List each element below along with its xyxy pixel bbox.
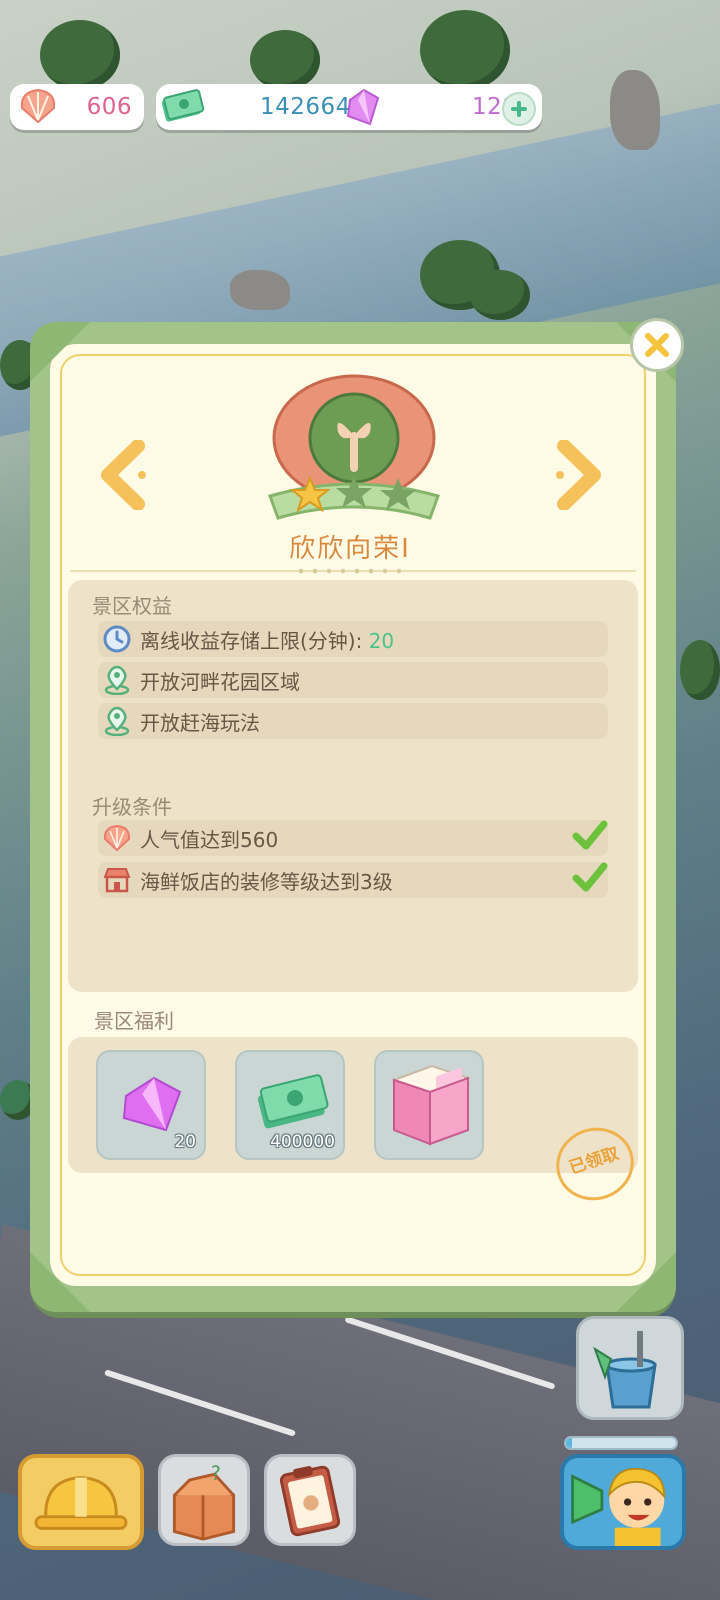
- benefit-text: 开放赶海玩法: [140, 710, 260, 735]
- check-icon: [572, 820, 608, 850]
- shell-count: 606: [86, 94, 132, 120]
- condition-text: 人气值达到560: [140, 827, 279, 852]
- mystery-box-icon: ?: [172, 1462, 236, 1541]
- shop-icon: [103, 868, 131, 893]
- shell-icon: [20, 88, 56, 124]
- cleaning-bucket-button[interactable]: [576, 1316, 684, 1420]
- rewards-label: 景区福利: [94, 1009, 174, 1033]
- location-pin-icon: [104, 706, 130, 736]
- benefits-label: 景区权益: [92, 594, 172, 618]
- mystery-box-button[interactable]: ?: [158, 1454, 250, 1546]
- tree: [470, 270, 530, 320]
- hard-hat-icon: [34, 1476, 128, 1530]
- benefit-row: 离线收益存储上限(分钟): 20: [98, 621, 608, 657]
- title-divider-dots: [294, 566, 404, 576]
- clipboard-icon: [279, 1465, 341, 1537]
- level-title: 欣欣向荣I: [289, 534, 411, 564]
- benefit-row: 开放赶海玩法: [98, 703, 608, 739]
- next-level-button[interactable]: [550, 440, 604, 510]
- gem-icon: [122, 1076, 182, 1132]
- shell-icon: [103, 824, 131, 852]
- task-clipboard-button[interactable]: [264, 1454, 356, 1546]
- close-icon: [645, 333, 669, 357]
- rock: [230, 270, 290, 310]
- upgrade-conditions-label: 升级条件: [92, 795, 172, 819]
- tree: [250, 30, 320, 90]
- shell-currency-pill: 606: [10, 84, 144, 130]
- benefit-row: 开放河畔花园区域: [98, 662, 608, 698]
- cash-icon: [257, 1074, 329, 1129]
- benefit-value: 20: [368, 628, 395, 653]
- condition-text: 海鲜饭店的装修等级达到3级: [140, 869, 393, 894]
- benefit-text: 离线收益存储上限(分钟): 20: [140, 628, 395, 653]
- close-button[interactable]: [630, 318, 684, 372]
- check-icon: [572, 862, 608, 892]
- build-hat-button[interactable]: [18, 1454, 144, 1550]
- cash-count: 142664: [260, 94, 351, 120]
- announcer-character-button[interactable]: [560, 1454, 686, 1550]
- gem-icon: [346, 88, 380, 126]
- cash-gem-currency-pill: 142664 128: [156, 84, 542, 130]
- benefit-text: 开放河畔花园区域: [140, 669, 300, 694]
- location-pin-icon: [104, 665, 130, 695]
- previous-level-button[interactable]: [98, 440, 152, 510]
- reward-amount: 400000: [270, 1132, 335, 1152]
- level-badge-icon: [268, 374, 440, 520]
- reward-cabinet[interactable]: [374, 1050, 484, 1160]
- cash-icon: [161, 89, 204, 122]
- cabinet-icon: [390, 1064, 472, 1146]
- svg-text:?: ?: [211, 1462, 221, 1485]
- upgrade-condition-row: 人气值达到560: [98, 820, 608, 856]
- rock: [610, 70, 660, 150]
- announcer-character-icon: [571, 1468, 666, 1546]
- clock-icon: [103, 625, 131, 653]
- progress-bar: [564, 1436, 678, 1450]
- progress-fill: [566, 1438, 572, 1448]
- bucket-icon: [593, 1331, 657, 1409]
- upgrade-condition-row: 海鲜饭店的装修等级达到3级: [98, 862, 608, 898]
- reward-cash[interactable]: 400000: [235, 1050, 345, 1160]
- reward-amount: 20: [174, 1132, 196, 1152]
- tree: [420, 10, 510, 90]
- tree: [40, 20, 120, 90]
- reward-gem[interactable]: 20: [96, 1050, 206, 1160]
- add-gems-button[interactable]: [502, 92, 536, 126]
- tree: [680, 640, 720, 700]
